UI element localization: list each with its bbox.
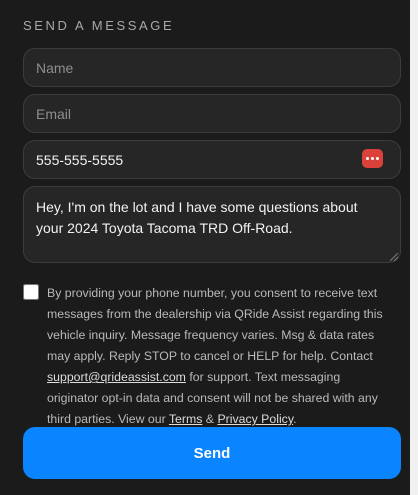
- email-field[interactable]: [23, 94, 401, 133]
- page-scrollbar[interactable]: [410, 0, 418, 495]
- message-form: SEND A MESSAGE Hey, I'm on the lot and I…: [0, 0, 410, 495]
- consent-text-part-4: .: [293, 412, 297, 426]
- resize-grip-icon[interactable]: [390, 253, 398, 261]
- consent-text-part-1: By providing your phone number, you cons…: [47, 286, 383, 363]
- support-email-link[interactable]: support@qrideassist.com: [47, 370, 186, 384]
- name-field[interactable]: [23, 48, 401, 87]
- consent-text-part-3: &: [202, 412, 218, 426]
- privacy-policy-link[interactable]: Privacy Policy: [217, 412, 293, 426]
- phone-field[interactable]: [23, 140, 401, 179]
- send-button[interactable]: Send: [23, 427, 401, 479]
- message-textarea[interactable]: Hey, I'm on the lot and I have some ques…: [23, 186, 401, 263]
- form-heading: SEND A MESSAGE: [23, 18, 175, 33]
- ellipsis-icon[interactable]: [362, 149, 383, 168]
- terms-link[interactable]: Terms: [169, 412, 202, 426]
- consent-checkbox[interactable]: [23, 284, 39, 300]
- consent-text: By providing your phone number, you cons…: [47, 283, 391, 430]
